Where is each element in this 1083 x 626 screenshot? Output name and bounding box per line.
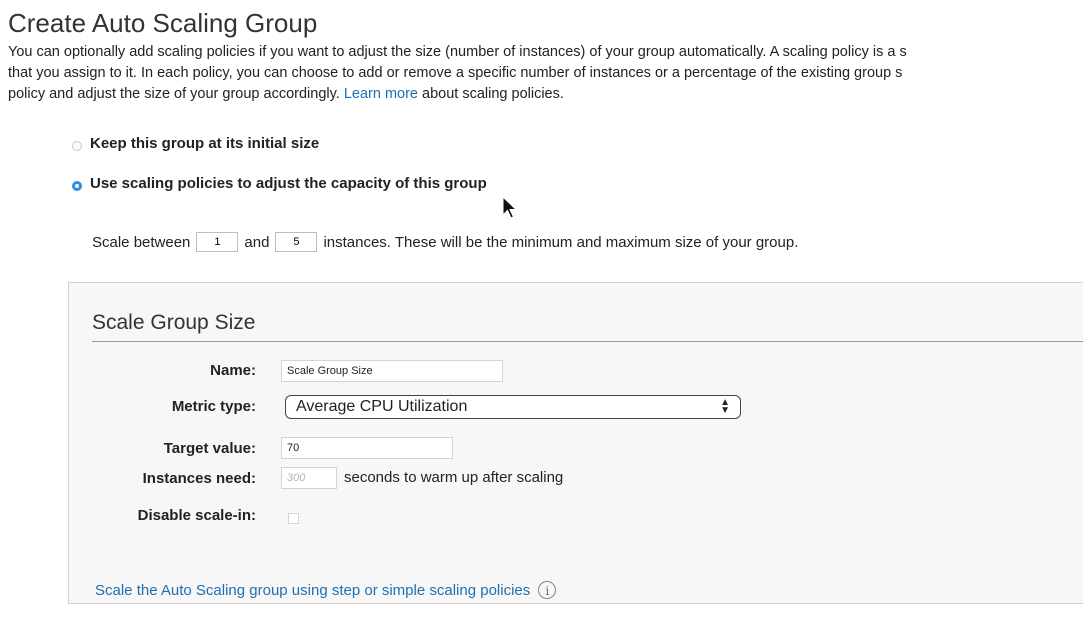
keep-initial-size-radio[interactable]	[72, 140, 82, 151]
select-arrows-icon: ▲ ▼	[720, 397, 730, 416]
warmup-label: Instances need:	[142, 470, 256, 487]
use-scaling-policies-label: Use scaling policies to adjust the capac…	[90, 175, 487, 192]
warmup-suffix: seconds to warm up after scaling	[344, 469, 564, 486]
metric-type-value: Average CPU Utilization	[296, 398, 468, 415]
min-instances-input[interactable]	[196, 232, 239, 252]
intro-line-3: policy and adjust the size of your group…	[8, 84, 1068, 105]
use-scaling-policies-option[interactable]: Use scaling policies to adjust the capac…	[72, 175, 487, 192]
scale-range-suffix: instances. These will be the minimum and…	[323, 233, 799, 251]
intro-line-3-start: policy and adjust the size of your group…	[8, 86, 344, 102]
scaling-policy-panel: Scale Group Size Name: Metric type: Aver…	[68, 282, 1083, 604]
scale-range-row: Scale between and instances. These will …	[92, 232, 798, 252]
mouse-cursor-icon	[502, 196, 518, 219]
disable-scale-in-checkbox[interactable]	[288, 513, 299, 524]
target-value-label: Target value:	[163, 440, 256, 457]
info-icon[interactable]: i	[538, 581, 557, 599]
target-value-input[interactable]	[281, 437, 453, 459]
intro-text: You can optionally add scaling policies …	[8, 42, 1068, 105]
policy-name-input[interactable]	[281, 360, 503, 382]
page-title: Create Auto Scaling Group	[8, 8, 318, 38]
intro-line-1: You can optionally add scaling policies …	[8, 44, 907, 60]
metric-type-select[interactable]: Average CPU Utilization ▲ ▼	[285, 395, 741, 419]
max-instances-input[interactable]	[275, 232, 318, 252]
scale-range-prefix: Scale between	[92, 233, 191, 251]
warmup-seconds-input[interactable]	[281, 467, 337, 489]
keep-initial-size-option[interactable]: Keep this group at its initial size	[72, 135, 319, 152]
disable-scale-in-label: Disable scale-in:	[137, 507, 256, 524]
intro-line-3-end: about scaling policies.	[418, 86, 564, 102]
step-scaling-link[interactable]: Scale the Auto Scaling group using step …	[95, 582, 530, 599]
keep-initial-size-label: Keep this group at its initial size	[90, 135, 320, 152]
create-auto-scaling-group-page: Create Auto Scaling Group You can option…	[0, 0, 1083, 626]
metric-type-label: Metric type:	[171, 398, 256, 415]
intro-line-2: that you assign to it. In each policy, y…	[8, 65, 903, 81]
name-label: Name:	[210, 362, 256, 379]
step-scaling-link-row: Scale the Auto Scaling group using step …	[95, 581, 557, 599]
policy-title-divider	[92, 341, 1083, 342]
use-scaling-policies-radio[interactable]	[72, 180, 82, 191]
policy-title: Scale Group Size	[92, 311, 256, 334]
scale-range-and: and	[244, 233, 270, 251]
learn-more-link[interactable]: Learn more	[344, 86, 418, 102]
